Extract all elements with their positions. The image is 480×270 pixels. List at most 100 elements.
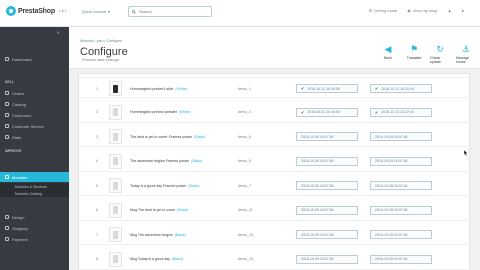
bug-icon: ⚙ (368, 8, 373, 13)
date-to-value: 2016-10-09 16:07:46 (375, 257, 408, 261)
product-variant-link[interactable]: (Black) (175, 233, 186, 237)
manage-hooks-button[interactable]: ⚓ Manage hooks (456, 43, 476, 65)
product-variant-link[interactable]: (White) (179, 110, 191, 114)
product-variant-link[interactable]: (Black) (177, 208, 188, 212)
product-reference: demo_3 (238, 110, 251, 114)
date-to-field[interactable]: ✔ 2016-10-12 16:22:44 (370, 84, 432, 93)
table-row: 1 Hummingbird printed t-shirt (White) demo_… (79, 77, 471, 98)
product-thumbnail (109, 251, 122, 267)
search-input[interactable] (139, 9, 209, 14)
search-icon (132, 9, 136, 14)
date-from-field[interactable]: ✔ 2016-10-12 16:10:59 (296, 84, 358, 93)
sidebar-subitem-modules-catalog[interactable]: Modules Catalog (0, 190, 69, 197)
product-variant-link[interactable]: (White) (175, 87, 187, 91)
row-number: 3 (96, 134, 98, 139)
product-thumbnail (109, 129, 122, 144)
debug-mode-link[interactable]: ⚙ Debug mode (369, 8, 398, 13)
row-number: 7 (96, 232, 98, 237)
product-reference: demo_5 (238, 159, 251, 163)
mouse-cursor-icon (464, 150, 468, 156)
breadcrumb[interactable]: Modules / psrc / Configure (80, 39, 122, 43)
product-name-text: Mug Today is a good day (130, 257, 170, 261)
notifications-button[interactable]: ▲ (448, 8, 452, 13)
date-from-field[interactable]: 2016-10-09 16:07:46 (296, 254, 358, 264)
manage-hooks-label: Manage hooks (456, 56, 469, 64)
back-button[interactable]: ◀ Back (378, 44, 398, 64)
product-reference: demo_11 (238, 208, 253, 212)
check-icon: ✔ (301, 86, 305, 91)
date-to-field[interactable]: 2016-10-09 16:07:46 (370, 205, 432, 215)
prestashop-logo-icon (6, 6, 16, 16)
sidebar-item-dashboard[interactable]: Dashboard (0, 54, 69, 64)
date-from-value: 2016-10-09 16:07:46 (301, 257, 334, 261)
sidebar-item-label: Modules (12, 174, 28, 180)
product-name-text: Hummingbird printed sweater (130, 110, 177, 114)
date-to-field[interactable]: 2016-10-09 16:07:46 (370, 254, 432, 264)
translate-button[interactable]: ⚑ Translate (404, 44, 424, 64)
date-to-field[interactable]: 2016-10-09 16:07:46 (370, 156, 432, 166)
product-variant-link[interactable]: (Black) (194, 135, 205, 139)
product-name: Hummingbird printed sweater (White) (130, 102, 250, 123)
date-to-field[interactable]: 2016-10-09 16:07:46 (370, 230, 432, 239)
product-variant-link[interactable]: (Black) (191, 159, 202, 163)
profile-button[interactable]: ● (462, 8, 464, 13)
product-image-icon (113, 84, 118, 93)
logo[interactable]: PrestaShop 1.6.1 (6, 6, 67, 16)
sidebar-item-payment[interactable]: Payment (0, 234, 69, 244)
check-icon: ✔ (375, 109, 379, 115)
sidebar-item-label: Design (12, 214, 25, 220)
product-name-text: The adventure begins Framed poster (130, 159, 190, 163)
product-thumbnail (109, 153, 122, 169)
check-update-button[interactable]: ↻ Check update (430, 43, 450, 65)
date-from-field[interactable]: 2016-10-09 16:07:46 (296, 230, 358, 239)
date-from-field[interactable]: ✔ 2016-05-01 16:10:50 (296, 107, 358, 117)
puzzle-icon (5, 175, 9, 179)
date-to-value: 2016-10-09 16:07:46 (375, 159, 408, 163)
quick-access-menu[interactable]: Quick Access ▾ (82, 9, 110, 14)
sidebar-item-customer-service[interactable]: Customer Service (0, 121, 69, 131)
sidebar-item-label: Orders (12, 90, 25, 96)
view-shop-label: View my shop (412, 8, 438, 13)
back-label: Back (384, 56, 392, 60)
sidebar-item-customers[interactable]: Customers (0, 110, 69, 120)
sidebar-subitem-modules-services[interactable]: Modules & Services (0, 183, 69, 190)
sidebar-item-catalog[interactable]: Catalog (0, 99, 69, 109)
refresh-icon: ↻ (436, 43, 444, 54)
search-box[interactable] (128, 6, 212, 17)
row-number: 4 (96, 159, 98, 163)
date-to-value: 2016-10-09 16:07:46 (375, 208, 408, 212)
design-icon (5, 215, 9, 219)
product-name: Mug The adventure begins (Black) (130, 224, 250, 245)
anchor-icon: ⚓ (461, 43, 471, 54)
sidebar-item-design[interactable]: Design (0, 212, 69, 222)
back-icon: ◀ (384, 43, 392, 54)
sidebar-item-orders[interactable]: Orders (0, 88, 69, 98)
product-name-text: Mug The best is yet to come (130, 208, 176, 212)
product-image-icon (113, 181, 118, 190)
orders-icon (5, 91, 9, 95)
sidebar-item-modules[interactable]: Modules (0, 172, 69, 182)
brand-name: PrestaShop (18, 7, 55, 15)
product-variant-link[interactable]: (Black) (172, 257, 183, 261)
product-reference: demo_7 (238, 183, 251, 188)
date-from-field[interactable]: 2016-10-09 16:07:46 (296, 205, 358, 215)
sidebar-section-improve: IMPROVE (5, 149, 22, 153)
table-row: 3 The best is yet to come' Framed poster(… (79, 126, 471, 147)
user-icon: ● (461, 8, 464, 13)
date-from-field[interactable]: 2016-10-09 16:07:46 (296, 181, 358, 190)
table-row: 2 Hummingbird printed sweater (White) demo_… (79, 102, 471, 123)
check-icon: ✔ (301, 109, 305, 115)
sidebar-item-stats[interactable]: Stats (0, 132, 69, 142)
top-bar: PrestaShop 1.6.1 Quick Access ▾ ⚙Debug m… (0, 0, 480, 27)
sidebar-section-sell: SELL (5, 80, 15, 84)
date-from-field[interactable]: 2016-10-09 16:07:46 (296, 132, 358, 141)
date-to-field[interactable]: 2016-10-09 16:07:46 (370, 181, 432, 190)
view-shop-link[interactable]: ◉ View my shop (407, 8, 437, 13)
date-from-field[interactable]: 2016-10-09 16:07:46 (296, 156, 358, 166)
date-to-field[interactable]: ✔ 2016-12-31 14:22:44 (370, 107, 432, 117)
product-name: The best is yet to come' Framed poster (B… (130, 126, 250, 147)
collapse-sidebar-icon[interactable]: « (57, 30, 60, 36)
date-to-field[interactable]: 2016-10-09 16:07:46 (370, 132, 432, 141)
sidebar-item-shipping[interactable]: Shipping (0, 223, 69, 233)
product-variant-link[interactable]: (Black) (188, 184, 199, 188)
